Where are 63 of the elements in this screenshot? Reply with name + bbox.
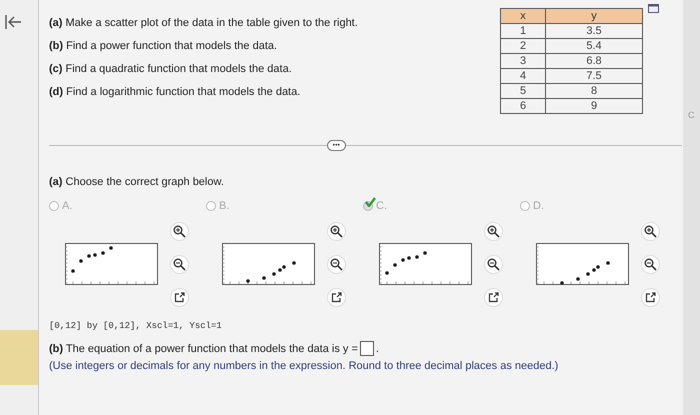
popout-button[interactable] <box>641 288 660 307</box>
radio-button[interactable] <box>520 201 530 211</box>
zoom-in-icon <box>644 225 657 238</box>
zoom-out-icon <box>487 258 500 271</box>
table-cell: 1 <box>500 24 546 38</box>
option-label: B. <box>219 200 230 212</box>
zoom-in-icon <box>330 225 343 238</box>
zoom-out-icon <box>644 258 657 271</box>
period-text: . <box>376 342 379 354</box>
answer-box[interactable] <box>360 341 374 356</box>
popout-icon <box>488 292 499 303</box>
table-cell: 3 <box>500 54 546 68</box>
question-prompt: (a) Choose the correct graph below. <box>49 176 225 188</box>
column-header: y <box>546 8 642 24</box>
edge-text: C <box>687 110 696 120</box>
zoom-out-button[interactable] <box>484 255 503 274</box>
popout-icon <box>645 292 656 303</box>
question-prompt: (b) The equation of a power function that models the data is y = <box>49 342 358 354</box>
scatter-plot-thumbnail[interactable] <box>65 243 158 285</box>
question-text: (a) Make a scatter plot of the data in the table given to the right. <box>49 16 358 30</box>
table-cell: 4 <box>500 68 546 84</box>
scatter-plot-thumbnail[interactable] <box>379 243 472 285</box>
table-cell: 5 <box>500 84 546 98</box>
radio-button[interactable] <box>49 201 59 211</box>
table-cell: 7.5 <box>546 68 642 84</box>
table-cell: 6.8 <box>546 54 642 68</box>
zoom-out-button[interactable] <box>641 255 660 274</box>
question-text: (c) Find a quadratic function that models the data. <box>49 62 293 76</box>
zoom-in-icon <box>173 225 186 238</box>
scatter-plot-thumbnail[interactable] <box>536 243 629 285</box>
window-settings-text: [0,12] by [0,12], Xscl=1, Yscl=1 <box>49 321 223 331</box>
question-text: (b) Find a power function that models the data. <box>49 39 278 53</box>
zoom-in-icon <box>487 225 500 238</box>
zoom-in-button[interactable] <box>327 222 346 241</box>
popout-button[interactable] <box>170 288 189 307</box>
zoom-out-icon <box>330 258 343 271</box>
zoom-out-button[interactable] <box>170 255 189 274</box>
popout-button[interactable] <box>484 288 503 307</box>
scatter-plot-thumbnail[interactable] <box>222 243 315 285</box>
column-header: x <box>500 8 546 24</box>
zoom-out-icon <box>173 258 186 271</box>
question-text: (d) Find a logarithmic function that models the data. <box>49 85 302 99</box>
table-cell: 6 <box>500 98 546 114</box>
zoom-in-button[interactable] <box>641 222 660 241</box>
back-arrow-icon[interactable] <box>4 14 22 30</box>
table-cell: 9 <box>546 98 642 114</box>
option-label: C. <box>376 200 387 212</box>
popout-icon <box>331 292 342 303</box>
option-label: D. <box>533 200 544 212</box>
radio-button[interactable] <box>206 201 216 211</box>
popout-icon <box>174 292 185 303</box>
highlight-strip <box>0 330 38 385</box>
popout-button[interactable] <box>327 288 346 307</box>
table-cell: 3.5 <box>546 24 642 38</box>
instruction-text: (Use integers or decimals for any numbers in the expression. Round to three decimal places as needed.) <box>49 360 560 372</box>
zoom-out-button[interactable] <box>327 255 346 274</box>
zoom-in-button[interactable] <box>484 222 503 241</box>
table-cell: 8 <box>546 84 642 98</box>
window-icon[interactable] <box>648 4 659 13</box>
table-cell: 5.4 <box>546 38 642 54</box>
option-label: A. <box>62 200 72 212</box>
zoom-in-button[interactable] <box>170 222 189 241</box>
table-cell: 2 <box>500 38 546 54</box>
